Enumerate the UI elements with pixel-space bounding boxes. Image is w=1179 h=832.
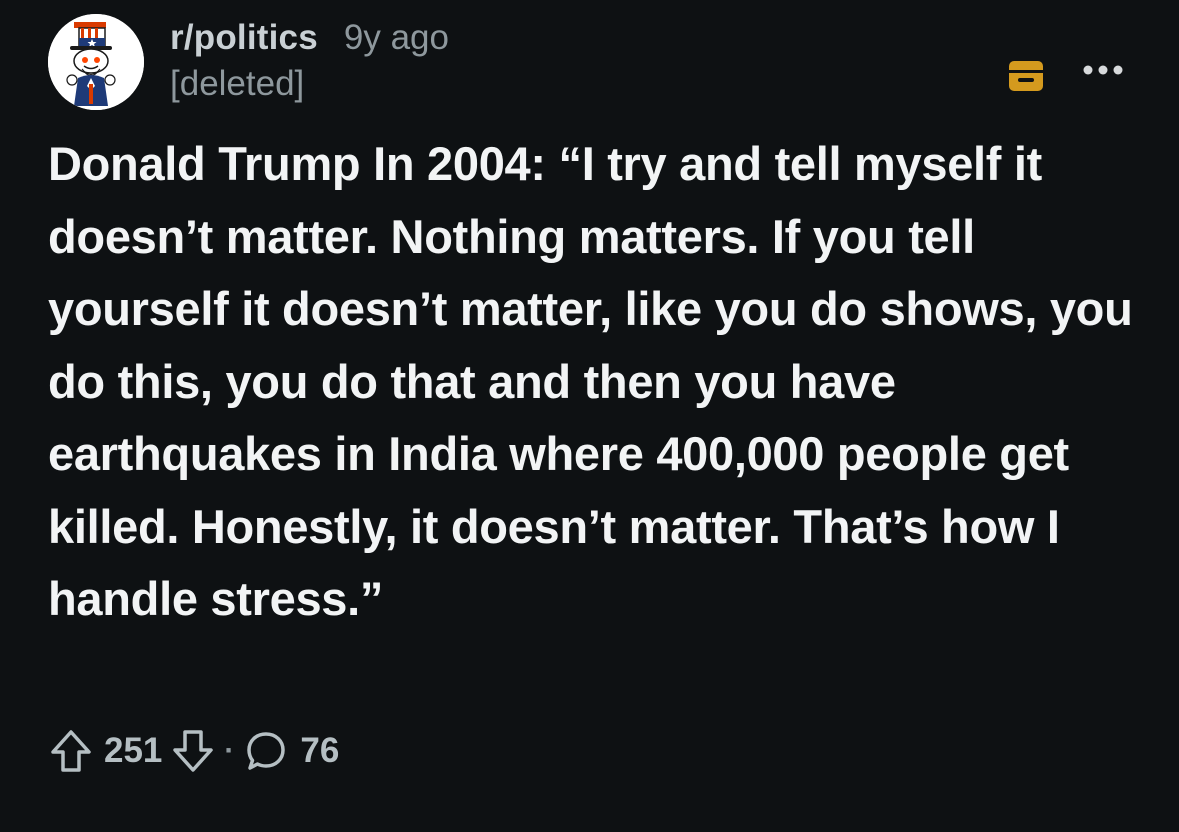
downvote-button[interactable] [170, 726, 216, 776]
vote-score: 251 [104, 731, 163, 770]
comment-bubble-icon [247, 732, 286, 770]
archive-icon [1009, 61, 1043, 91]
post-time: 9y ago [343, 18, 449, 57]
upvote-arrow-icon [51, 730, 91, 772]
post-meta: r/politics 9y ago [deleted] [170, 18, 449, 104]
downvote-arrow-icon [173, 730, 214, 772]
post-title[interactable]: Donald Trump In 2004: “I try and tell my… [48, 128, 1143, 636]
post-card: r/politics 9y ago [deleted] Donald Trump… [0, 0, 1179, 832]
subreddit-line: r/politics 9y ago [170, 18, 449, 60]
post-header: r/politics 9y ago [deleted] [48, 14, 1138, 114]
comments-button[interactable]: 76 [244, 729, 339, 773]
archive-button[interactable] [1004, 58, 1048, 94]
post-author: [deleted] [170, 64, 305, 103]
more-options-button[interactable] [1078, 60, 1128, 80]
upvote-button[interactable] [48, 726, 94, 776]
comment-count: 76 [300, 731, 340, 770]
subreddit-name[interactable]: r/politics [170, 18, 318, 58]
separator-dot: · [224, 734, 235, 767]
post-actions: 251 · 76 [48, 726, 339, 776]
uncle-sam-snoo-avatar-icon [48, 14, 144, 110]
more-options-icon [1083, 65, 1123, 75]
subreddit-avatar[interactable] [48, 14, 144, 110]
